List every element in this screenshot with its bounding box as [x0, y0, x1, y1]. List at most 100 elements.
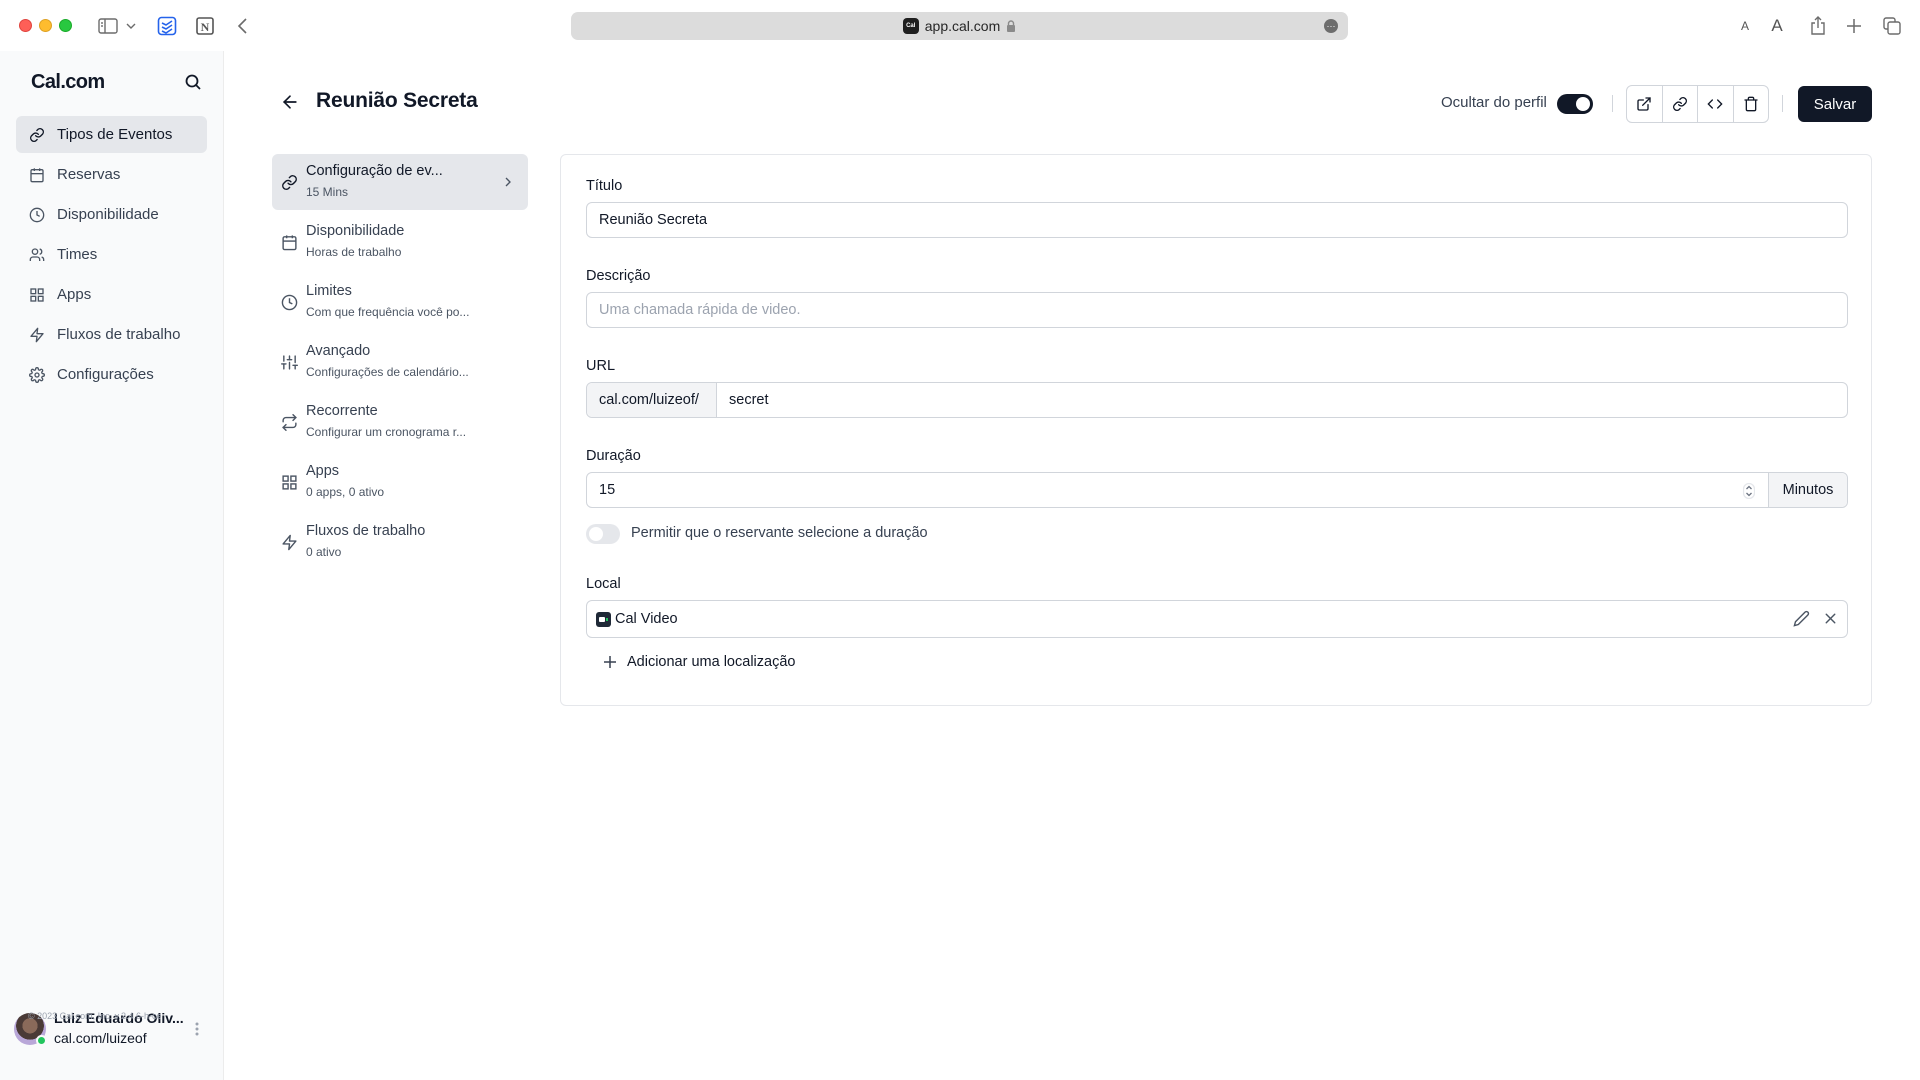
sidebar-item-bookings[interactable]: Reservas	[16, 156, 207, 193]
tab-title: Avançado	[306, 343, 371, 359]
address-bar[interactable]: Cal app.cal.com ···	[571, 12, 1348, 40]
tab-overview-icon[interactable]	[1880, 14, 1904, 38]
clock-icon	[281, 294, 298, 311]
lock-icon	[1006, 19, 1016, 33]
calendar-icon	[29, 167, 45, 183]
sidebar-item-label: Reservas	[57, 166, 121, 183]
chevron-right-icon	[500, 174, 516, 190]
close-icon[interactable]	[1822, 610, 1839, 627]
event-actions-group	[1626, 85, 1769, 123]
description-placeholder: Uma chamada rápida de video.	[599, 302, 801, 318]
page-title: Reunião Secreta	[316, 89, 478, 112]
more-options-icon[interactable]: ···	[1324, 19, 1338, 33]
cal-video-icon	[596, 611, 611, 627]
tab-subtitle: Com que frequência você po...	[306, 305, 470, 319]
more-vertical-icon[interactable]	[190, 1020, 204, 1038]
todoist-extension-icon[interactable]	[155, 14, 179, 38]
tab-workflows[interactable]: Fluxos de trabalho 0 ativo	[272, 514, 528, 570]
delete-button[interactable]	[1734, 86, 1769, 122]
tab-limits[interactable]: Limites Com que frequência você po...	[272, 274, 528, 330]
tab-subtitle: Horas de trabalho	[306, 245, 402, 259]
user-handle: cal.com/luizeof	[54, 1030, 147, 1046]
description-input[interactable]: Uma chamada rápida de video.	[586, 292, 1848, 328]
link-icon	[1672, 96, 1688, 112]
tab-title: Fluxos de trabalho	[306, 523, 426, 539]
tab-subtitle: 15 Mins	[306, 185, 349, 199]
window-zoom-button[interactable]	[59, 19, 72, 32]
copyright-text: © 2023 Cal.com, Inc. v.2.4.6-h-ce	[28, 1011, 162, 1021]
sidebar-item-event-types[interactable]: Tipos de Eventos	[16, 116, 207, 153]
svg-text:N: N	[201, 20, 210, 34]
brand-logo[interactable]: Cal.com	[31, 71, 105, 94]
link-icon	[29, 127, 45, 143]
sidebar-item-teams[interactable]: Times	[16, 236, 207, 273]
sidebar-item-apps[interactable]: Apps	[16, 276, 207, 313]
duration-input[interactable]: 15 Minutos	[586, 472, 1848, 508]
sidebar-item-label: Tipos de Eventos	[57, 126, 173, 143]
save-button[interactable]: Salvar	[1798, 86, 1872, 122]
zap-icon	[29, 327, 45, 343]
add-location-button[interactable]: Adicionar uma localização	[603, 654, 795, 670]
hide-from-profile-toggle[interactable]	[1557, 94, 1593, 114]
sidebar: Cal.com Tipos de Eventos Reservas Dispon…	[0, 51, 224, 1080]
tab-subtitle: 0 ativo	[306, 545, 342, 559]
notion-extension-icon[interactable]: N	[193, 14, 217, 38]
sidebar-item-label: Fluxos de trabalho	[57, 326, 181, 343]
window-minimize-button[interactable]	[39, 19, 52, 32]
plus-icon	[603, 655, 617, 669]
sidebar-item-settings[interactable]: Configurações	[16, 356, 207, 393]
site-favicon-icon: Cal	[902, 18, 919, 34]
allow-booker-duration-toggle[interactable]	[586, 524, 620, 544]
location-item[interactable]: Cal Video	[586, 600, 1848, 638]
sidebar-item-availability[interactable]: Disponibilidade	[16, 196, 207, 233]
clock-icon	[29, 207, 45, 223]
tab-subtitle: Configurar um cronograma r...	[306, 425, 467, 439]
number-stepper-icon[interactable]	[1743, 483, 1755, 499]
sliders-icon	[281, 354, 298, 371]
sidebar-item-label: Disponibilidade	[57, 206, 159, 223]
url-label: URL	[586, 358, 616, 374]
text-larger-button[interactable]: A	[1765, 14, 1789, 38]
location-value: Cal Video	[615, 611, 678, 627]
tab-event-setup[interactable]: Configuração de ev... 15 Mins	[272, 154, 528, 210]
back-navigation-icon[interactable]	[230, 14, 254, 38]
repeat-icon	[281, 414, 298, 431]
search-icon[interactable]	[184, 73, 204, 93]
title-value: Reunião Secreta	[599, 212, 708, 228]
gear-icon	[29, 366, 45, 383]
tab-availability[interactable]: Disponibilidade Horas de trabalho	[272, 214, 528, 270]
tab-apps[interactable]: Apps 0 apps, 0 ativo	[272, 454, 528, 510]
allow-booker-duration-label: Permitir que o reservante selecione a du…	[631, 525, 928, 541]
embed-button[interactable]	[1698, 86, 1734, 122]
description-label: Descrição	[586, 268, 651, 284]
tab-subtitle: 0 apps, 0 ativo	[306, 485, 385, 499]
duration-value: 15	[599, 482, 616, 498]
toggle-knob	[589, 527, 603, 541]
hide-from-profile-label: Ocultar do perfil	[1441, 94, 1547, 111]
preview-external-button[interactable]	[1627, 86, 1663, 122]
tab-advanced[interactable]: Avançado Configurações de calendário...	[272, 334, 528, 390]
pencil-icon[interactable]	[1793, 610, 1810, 627]
sidebar-toggle-icon[interactable]	[96, 14, 120, 38]
divider	[1612, 95, 1613, 112]
grid-icon	[281, 474, 298, 491]
share-icon[interactable]	[1806, 14, 1830, 38]
tab-recurring[interactable]: Recorrente Configurar um cronograma r...	[272, 394, 528, 450]
location-label: Local	[586, 576, 621, 592]
url-input[interactable]: cal.com/luizeof/ secret	[586, 382, 1848, 418]
url-slug-value: secret	[729, 392, 769, 408]
tab-title: Limites	[306, 283, 352, 299]
sidebar-item-label: Times	[57, 246, 98, 263]
address-url: app.cal.com	[924, 18, 1001, 34]
text-smaller-button[interactable]: A	[1733, 14, 1757, 38]
title-input[interactable]: Reunião Secreta	[586, 202, 1848, 238]
tab-subtitle: Configurações de calendário...	[306, 365, 469, 379]
new-tab-icon[interactable]	[1842, 14, 1866, 38]
sidebar-item-workflows[interactable]: Fluxos de trabalho	[16, 316, 207, 353]
event-settings-tabs: Configuração de ev... 15 Mins Disponibil…	[272, 154, 528, 574]
copy-link-button[interactable]	[1663, 86, 1698, 122]
window-close-button[interactable]	[19, 19, 32, 32]
chevron-down-icon[interactable]	[124, 14, 138, 38]
back-arrow-icon[interactable]	[280, 92, 302, 114]
users-icon	[29, 247, 45, 263]
